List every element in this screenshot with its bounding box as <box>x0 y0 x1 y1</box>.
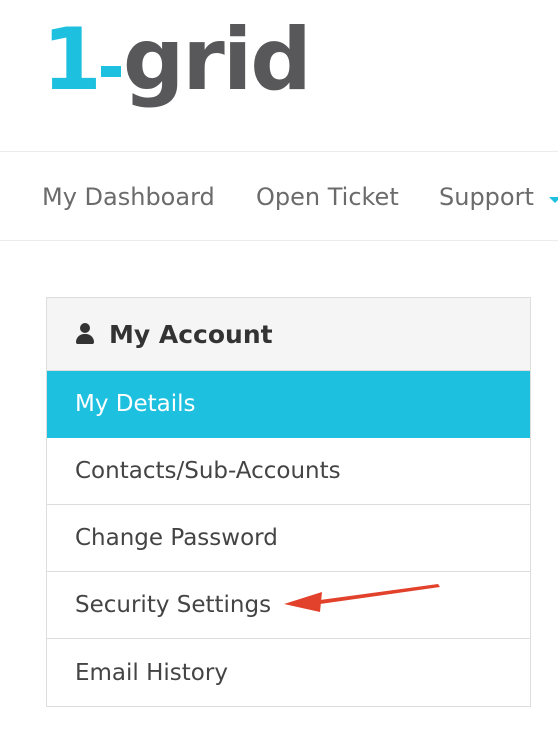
nav-my-dashboard[interactable]: My Dashboard <box>42 180 215 214</box>
logo-word: grid <box>122 10 312 110</box>
menu-item-contacts-sub-accounts[interactable]: Contacts/Sub-Accounts <box>47 438 530 505</box>
annotation-arrow-icon <box>284 584 440 612</box>
logo-dash <box>100 66 121 77</box>
menu-item-label: Security Settings <box>75 592 272 618</box>
menu-item-label: Contacts/Sub-Accounts <box>75 458 341 484</box>
menu-item-label: My Details <box>75 391 196 417</box>
nav-support[interactable]: Support <box>439 180 534 214</box>
top-navigation: My Dashboard Open Ticket Support <box>0 151 558 241</box>
menu-item-label: Email History <box>75 659 228 686</box>
menu-item-label: Change Password <box>75 525 278 551</box>
menu-item-email-history[interactable]: Email History <box>47 639 530 706</box>
brand-logo[interactable]: 1 grid <box>42 10 312 136</box>
user-icon <box>75 323 95 345</box>
page: 1 grid My Dashboard Open Ticket Support … <box>0 0 558 741</box>
logo-number: 1 <box>42 10 102 110</box>
panel-title: My Account <box>109 319 273 349</box>
caret-down-icon[interactable] <box>549 197 558 203</box>
panel-header: My Account <box>47 298 530 371</box>
menu-item-change-password[interactable]: Change Password <box>47 505 530 572</box>
nav-open-ticket[interactable]: Open Ticket <box>256 180 399 214</box>
menu-item-my-details[interactable]: My Details <box>47 371 530 438</box>
my-account-panel: My Account My Details Contacts/Sub-Accou… <box>46 297 531 707</box>
